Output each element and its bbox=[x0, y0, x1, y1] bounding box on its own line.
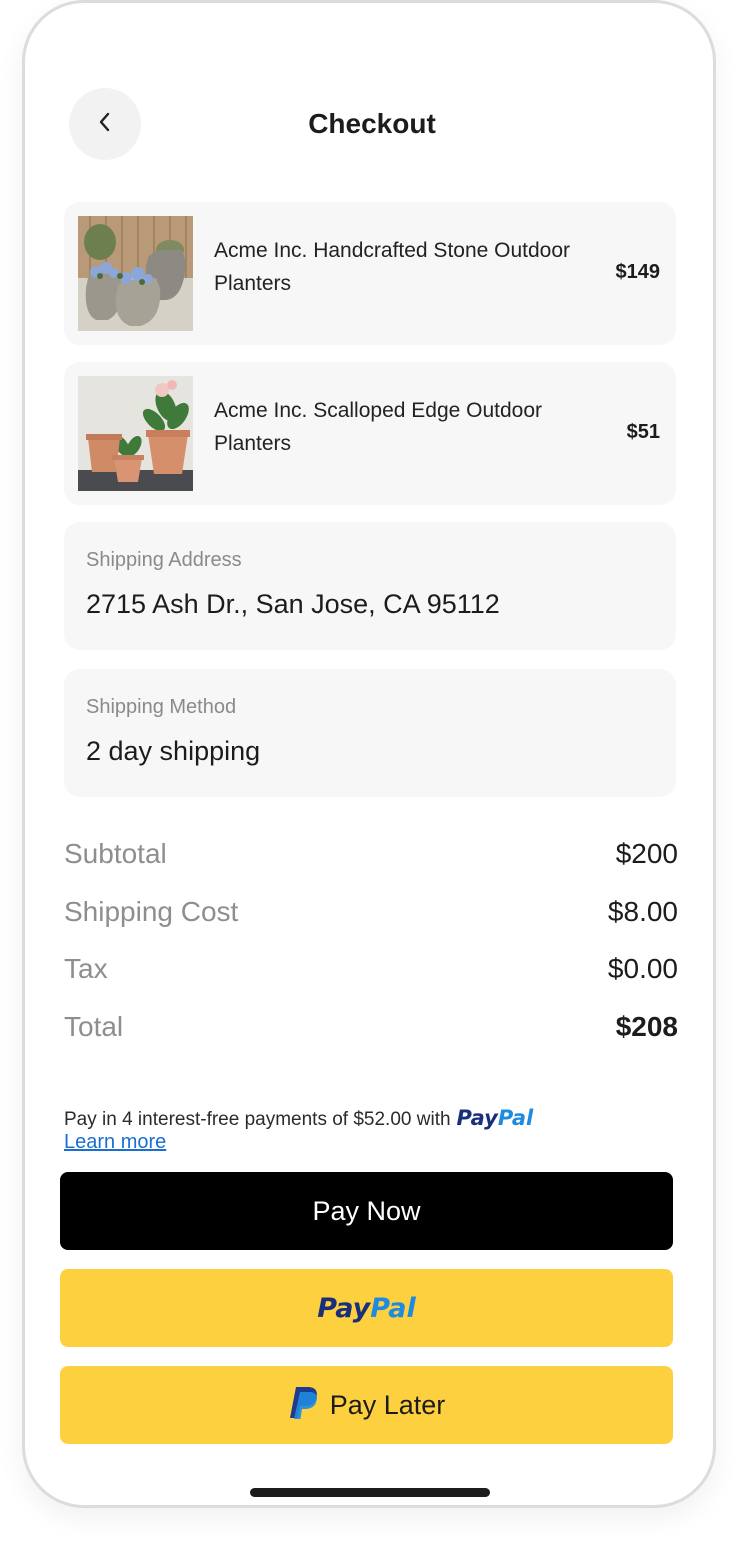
paypal-logo-pal: Pal bbox=[370, 1292, 416, 1324]
shipping-method-field[interactable]: Shipping Method 2 day shipping bbox=[64, 669, 676, 797]
paypal-logo: PayPal bbox=[317, 1293, 416, 1324]
paypal-logo-pay: Pay bbox=[317, 1292, 371, 1324]
back-button[interactable] bbox=[69, 88, 141, 160]
shipping-address-field[interactable]: Shipping Address 2715 Ash Dr., San Jose,… bbox=[64, 522, 676, 650]
subtotal-value: $200 bbox=[615, 838, 678, 869]
item-price: $51 bbox=[626, 421, 660, 443]
paypal-button[interactable]: PayPal bbox=[60, 1269, 673, 1347]
product-image-stone-planters bbox=[78, 216, 193, 331]
page-title: Checkout bbox=[308, 108, 436, 139]
paypal-wordmark-pal: Pal bbox=[497, 1106, 534, 1130]
pay-later-button[interactable]: Pay Later bbox=[60, 1366, 673, 1444]
tax-value: $0.00 bbox=[607, 953, 678, 984]
pay-later-label: Pay Later bbox=[329, 1389, 446, 1420]
total-row: Total $208 bbox=[64, 1011, 678, 1051]
learn-more-link[interactable]: Learn more bbox=[64, 1131, 166, 1154]
home-indicator bbox=[250, 1488, 490, 1497]
tax-row: Tax $0.00 bbox=[64, 953, 678, 993]
item-price: $149 bbox=[615, 261, 661, 283]
paypal-wordmark: PayPal bbox=[457, 1106, 534, 1130]
item-name: Acme Inc. Scalloped Edge Outdoor Planter… bbox=[214, 399, 543, 455]
subtotal-label: Subtotal bbox=[64, 838, 167, 869]
total-label: Total bbox=[64, 1011, 124, 1042]
pay-now-button[interactable]: Pay Now bbox=[60, 1172, 673, 1250]
shipping-method-value: 2 day shipping bbox=[86, 736, 261, 766]
total-value: $208 bbox=[615, 1011, 678, 1042]
paypal-wordmark-pay: Pay bbox=[456, 1106, 498, 1130]
paylater-message-text: Pay in 4 interest-free payments of $52.0… bbox=[64, 1109, 451, 1130]
shipping-cost-row: Shipping Cost $8.00 bbox=[64, 896, 678, 936]
tax-label: Tax bbox=[64, 953, 108, 984]
cart-item: Acme Inc. Handcrafted Stone Outdoor Plan… bbox=[64, 202, 676, 345]
chevron-left-icon bbox=[97, 110, 113, 139]
shipping-address-value: 2715 Ash Dr., San Jose, CA 95112 bbox=[86, 589, 500, 619]
shipping-method-label: Shipping Method bbox=[86, 696, 237, 718]
cart-item: Acme Inc. Scalloped Edge Outdoor Planter… bbox=[64, 362, 676, 505]
product-image-terracotta-planters bbox=[78, 376, 193, 491]
pay-now-label: Pay Now bbox=[312, 1195, 421, 1226]
shipping-cost-label: Shipping Cost bbox=[64, 896, 239, 927]
paylater-message: Pay in 4 interest-free payments of $52.0… bbox=[64, 1105, 624, 1133]
paypal-p-icon bbox=[288, 1385, 318, 1426]
shipping-cost-value: $8.00 bbox=[607, 896, 678, 927]
subtotal-row: Subtotal $200 bbox=[64, 838, 678, 878]
shipping-address-label: Shipping Address bbox=[86, 549, 242, 571]
item-name: Acme Inc. Handcrafted Stone Outdoor Plan… bbox=[214, 239, 571, 295]
